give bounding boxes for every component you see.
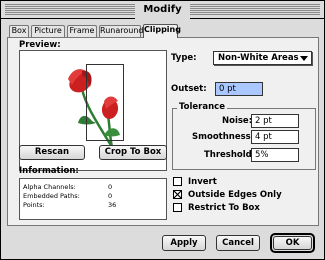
noise-field[interactable]: 2 pt bbox=[251, 114, 299, 128]
restrict-to-box-label: Restrict To Box bbox=[188, 203, 260, 213]
crop-to-box-button[interactable]: Crop To Box bbox=[99, 145, 167, 160]
outset-label: Outset: bbox=[171, 84, 207, 94]
outset-field[interactable]: 0 pt bbox=[215, 82, 263, 96]
type-label: Type: bbox=[171, 53, 197, 63]
modify-dialog: Modify Box Picture Frame Runaround Clipp… bbox=[0, 0, 325, 260]
info-paths-label: Embedded Paths: bbox=[23, 192, 80, 200]
outside-edges-checkbox[interactable] bbox=[173, 190, 182, 199]
restrict-to-box-checkbox[interactable] bbox=[173, 203, 182, 212]
outside-edges-label: Outside Edges Only bbox=[188, 190, 282, 200]
invert-checkbox[interactable] bbox=[173, 177, 182, 186]
check-icon bbox=[173, 190, 182, 199]
invert-label: Invert bbox=[188, 177, 217, 187]
tab-box[interactable]: Box bbox=[9, 25, 29, 37]
info-paths-value: 0 bbox=[108, 192, 113, 200]
cancel-button[interactable]: Cancel bbox=[216, 235, 260, 251]
apply-button[interactable]: Apply bbox=[162, 235, 206, 251]
info-points-label: Points: bbox=[23, 201, 45, 209]
information-label: Information: bbox=[19, 166, 79, 176]
threshold-field[interactable]: 5% bbox=[251, 148, 299, 162]
preview-label: Preview: bbox=[19, 40, 61, 50]
tab-runaround[interactable]: Runaround bbox=[99, 25, 143, 37]
info-points-value: 36 bbox=[108, 201, 117, 209]
smoothness-label: Smoothness: bbox=[192, 132, 255, 142]
tab-clipping[interactable]: Clipping bbox=[143, 24, 181, 38]
type-dropdown[interactable]: Non-White Areas bbox=[213, 51, 312, 65]
smoothness-field[interactable]: 4 pt bbox=[251, 130, 299, 144]
clipping-bounds bbox=[86, 64, 124, 141]
info-alpha-label: Alpha Channels: bbox=[23, 183, 76, 191]
noise-label: Noise: bbox=[222, 116, 253, 126]
tab-picture[interactable]: Picture bbox=[31, 25, 65, 37]
title-bar[interactable]: Modify bbox=[1, 1, 324, 19]
info-alpha-value: 0 bbox=[108, 183, 113, 191]
rescan-button[interactable]: Rescan bbox=[19, 145, 85, 160]
information-box: Alpha Channels: 0 Embedded Paths: 0 Poin… bbox=[19, 178, 167, 220]
type-dropdown-value: Non-White Areas bbox=[218, 53, 299, 63]
clipping-panel: Preview: Rescan Crop To Box Information:… bbox=[7, 37, 319, 226]
window-title: Modify bbox=[135, 1, 190, 19]
tolerance-label: Tolerance bbox=[177, 102, 227, 112]
ok-button[interactable]: OK bbox=[273, 236, 312, 250]
tab-frame[interactable]: Frame bbox=[67, 25, 97, 37]
threshold-label: Threshold: bbox=[204, 150, 256, 160]
chevron-down-icon bbox=[300, 56, 308, 61]
